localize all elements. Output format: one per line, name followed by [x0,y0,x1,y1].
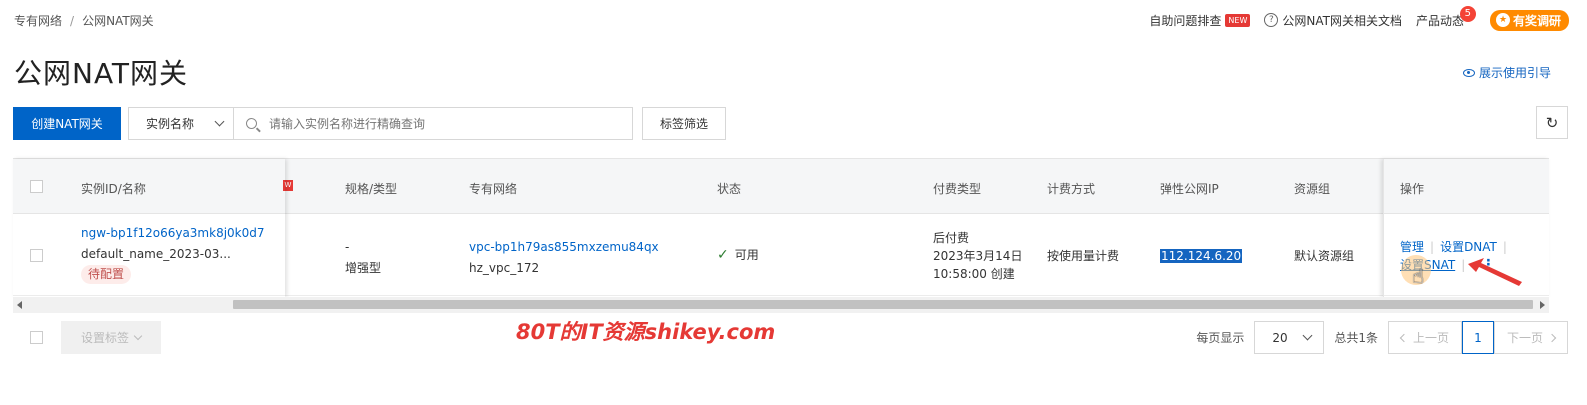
pagination: 每页显示 20 总共1条 上一页 1 下一页 [1196,321,1568,354]
eye-icon [1462,68,1475,77]
page-title: 公网NAT网关 [14,57,189,90]
prev-page-label: 上一页 [1412,331,1449,345]
reward-label: 有奖调研 [1512,13,1561,28]
footer-select-all-checkbox[interactable] [30,331,43,344]
chevron-down-icon [133,331,143,340]
chevron-left-icon [1399,333,1409,342]
breadcrumb-separator: / [70,13,75,28]
fixed-left-columns-shadow [13,159,285,297]
refresh-icon: ↻ [1545,113,1559,132]
set-tags-button[interactable]: 设置标签 [61,321,161,354]
set-tags-label: 设置标签 [80,331,129,345]
search-input[interactable] [269,116,609,131]
product-news-link[interactable]: 产品动态 5 [1415,5,1476,29]
horizontal-scrollbar[interactable] [13,297,1549,313]
next-page-button[interactable]: 下一页 [1493,321,1568,354]
next-page-label: 下一页 [1506,331,1543,345]
chevron-down-icon [1302,330,1313,341]
type-value: 增强型 [345,261,382,275]
resource-group-cell: 默认资源组 [1294,249,1355,263]
scrollbar-thumb[interactable] [233,300,1533,309]
watermark: 80T的IT资源shikey.com [516,320,776,344]
vpc-id-link[interactable]: vpc-bp1h79as855mxzemu84qx [469,238,659,256]
search-field-select[interactable]: 实例名称 [128,107,234,140]
created-time: 10:58:00 创建 [933,267,1015,281]
red-arrow-annotation-icon [1468,258,1522,286]
spec-cell: - 增强型 [345,238,381,277]
col-spec: 规格/类型 [345,182,398,196]
help-icon: ? [1264,13,1279,27]
current-page-button[interactable]: 1 [1461,321,1494,354]
product-news-label: 产品动态 [1415,13,1464,28]
col-vpc: 专有网络 [469,182,518,196]
status-value: 可用 [734,248,759,262]
pay-type-value: 后付费 [933,231,970,245]
nat-table: 实例ID/名称 W 规格/类型 专有网络 状态 付费类型 计费方式 弹性公网IP… [13,158,1549,297]
usage-guide-label: 展示使用引导 [1478,66,1551,80]
col-status: 状态 [717,182,742,196]
reward-survey-button[interactable]: ★ 有奖调研 [1489,9,1569,31]
self-help-label: 自助问题排查 [1149,13,1222,28]
total-count: 总共1条 [1334,331,1378,345]
per-page-label: 每页显示 [1196,331,1245,345]
breadcrumb-vpc[interactable]: 专有网络 [14,12,62,29]
usage-guide-link[interactable]: 展示使用引导 [1462,64,1551,81]
news-count-badge: 5 [1459,5,1476,22]
search-field-value: 实例名称 [146,117,195,131]
breadcrumb: 专有网络 / 公网NAT网关 [14,12,154,29]
col-resource-group: 资源组 [1294,182,1331,196]
col-eip: 弹性公网IP [1160,182,1219,196]
col-pay-type: 付费类型 [933,182,982,196]
self-help-link[interactable]: 自助问题排查 NEW [1149,12,1251,29]
col-billing: 计费方式 [1047,182,1096,196]
page-buttons: 上一页 1 下一页 [1387,321,1568,354]
chevron-right-icon [1547,333,1557,342]
refresh-button[interactable]: ↻ [1536,106,1568,139]
eip-value[interactable]: 112.124.6.20 [1160,249,1243,263]
created-date: 2023年3月14日 [933,249,1023,263]
scroll-right-icon[interactable] [1540,301,1545,309]
status-cell: ✓ 可用 [717,246,759,264]
scroll-left-icon[interactable] [17,301,22,309]
breadcrumb-current: 公网NAT网关 [82,14,154,28]
new-badge: NEW [1225,13,1251,27]
docs-link[interactable]: ? 公网NAT网关相关文档 [1264,12,1402,29]
chevron-down-icon [214,116,225,127]
billing-cell: 按使用量计费 [1047,249,1120,263]
vpc-name: hz_vpc_172 [469,261,540,275]
page-size-value: 20 [1272,330,1288,345]
search-icon [246,118,257,129]
hand-cursor-icon: ☝ [1412,264,1425,288]
page-size-select[interactable]: 20 [1254,321,1325,354]
spec-value: - [345,240,350,254]
pay-type-cell: 后付费 2023年3月14日 10:58:00 创建 [933,229,1022,283]
gift-icon: ★ [1495,13,1510,27]
eip-cell: 112.124.6.20 [1160,247,1243,265]
docs-label: 公网NAT网关相关文档 [1282,13,1402,28]
tag-filter-button[interactable]: 标签筛选 [642,107,726,140]
vpc-cell: vpc-bp1h79as855mxzemu84qx hz_vpc_172 [469,238,659,277]
prev-page-button[interactable]: 上一页 [1387,321,1462,354]
check-icon: ✓ [717,247,729,263]
top-right-toolbar: 自助问题排查 NEW ? 公网NAT网关相关文档 产品动态 5 ★ 有奖调研 [1149,5,1569,32]
create-nat-button[interactable]: 创建NAT网关 [13,107,121,140]
search-box [233,107,633,140]
